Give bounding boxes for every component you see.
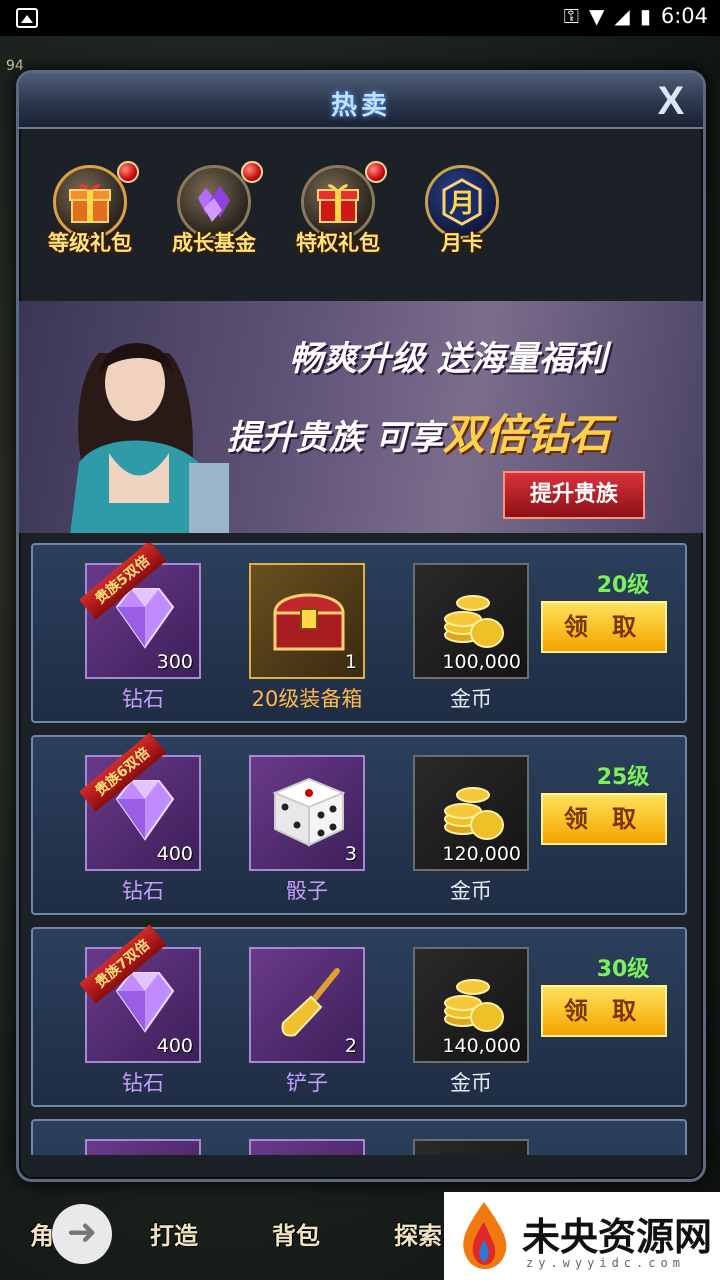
hot-sale-dialog: 热卖 X 等级礼包 成长基金 特权礼包 月 月卡 畅爽升级 送海量福利 提升贵族… — [16, 70, 706, 1182]
upgrade-nobility-button[interactable]: 提升贵族 — [503, 471, 645, 519]
flame-logo-icon — [463, 1202, 507, 1269]
key-icon: ⚿ — [563, 4, 580, 28]
item-name: 金币 — [450, 1071, 492, 1095]
item-name: 金币 — [450, 879, 492, 903]
battery-icon: ▮ — [639, 4, 651, 28]
notification-badge — [117, 161, 139, 183]
item-name: 20级装备箱 — [251, 687, 363, 711]
purple-gems-icon — [198, 186, 230, 222]
tab-label: 月卡 — [441, 231, 483, 255]
item-name: 钻石 — [122, 879, 164, 903]
reward-row: 贵族5双倍 300 钻石 1 20级装备箱 100,000 金币 20级 领 取 — [31, 543, 687, 723]
reward-row — [31, 1119, 687, 1155]
item-quantity: 100,000 — [442, 651, 521, 673]
item-quantity: 3 — [344, 843, 357, 865]
watermark-text: 未央资源网 — [522, 1214, 713, 1259]
gold-coins-icon — [444, 787, 504, 840]
notification-badge — [365, 161, 387, 183]
reward-row: 贵族7双倍 400 钻石 2 铲子 140,000 金币 30级 领 取 — [31, 924, 687, 1107]
item-quantity: 300 — [156, 651, 193, 673]
svg-text:月: 月 — [448, 189, 475, 219]
item-name: 钻石 — [122, 1071, 164, 1095]
menu-explore[interactable]: 探索 — [394, 1216, 442, 1251]
player-level: 94 — [6, 58, 24, 74]
required-level: 30级 — [596, 957, 650, 982]
reward-item-slot[interactable]: 120,000 — [413, 755, 529, 871]
dialog-title-bar: 热卖 X — [19, 73, 703, 129]
treasure-chest-icon — [273, 593, 345, 651]
reward-item-slot[interactable]: 1 — [249, 563, 365, 679]
menu-forge[interactable]: 打造 — [150, 1216, 198, 1251]
tab-label: 特权礼包 — [296, 231, 380, 255]
item-quantity: 2 — [344, 1035, 357, 1057]
gold-coins-icon — [444, 595, 504, 648]
banner-slogan-1: 畅爽升级 送海量福利 — [289, 339, 607, 379]
item-quantity: 400 — [156, 843, 193, 865]
reward-item-slot[interactable]: 100,000 — [413, 563, 529, 679]
red-gift-icon — [317, 184, 359, 223]
tab-privilege-gift[interactable]: 特权礼包 — [283, 161, 393, 275]
dialog-title: 热卖 — [330, 91, 391, 121]
item-quantity: 120,000 — [442, 843, 521, 865]
shovel-icon — [281, 968, 340, 1037]
image-notification-icon — [16, 8, 38, 28]
banner-slogan-2-highlight: 双倍钻石 — [442, 410, 611, 459]
tab-label: 成长基金 — [172, 231, 256, 255]
gold-coins-icon — [444, 979, 504, 1032]
item-quantity: 140,000 — [442, 1035, 521, 1057]
close-button[interactable]: X — [649, 79, 693, 123]
banner-slogan-2-prefix: 提升贵族 可享 — [227, 418, 443, 458]
character-portrait — [70, 343, 229, 533]
notification-badge — [241, 161, 263, 183]
claim-button[interactable]: 领 取 — [541, 985, 667, 1037]
item-name: 骰子 — [286, 879, 328, 903]
reward-item-slot[interactable] — [85, 1139, 201, 1155]
clock: 6:04 — [660, 4, 708, 28]
tab-growth-fund[interactable]: 成长基金 — [159, 161, 269, 275]
status-bar: ⚿ ▼ ◢ ▮ 6:04 — [0, 0, 720, 36]
watermark-subtext: zy.wyyidc.com — [526, 1256, 685, 1270]
item-quantity: 1 — [344, 651, 357, 673]
reward-item-slot[interactable] — [413, 1139, 529, 1155]
reward-list[interactable]: 贵族5双倍 300 钻石 1 20级装备箱 100,000 金币 20级 领 取… — [31, 543, 691, 1155]
banner-slogan-2: 提升贵族 可享双倍钻石 — [227, 401, 611, 462]
tab-level-gift[interactable]: 等级礼包 — [35, 161, 145, 275]
menu-bag[interactable]: 背包 — [272, 1216, 320, 1251]
dice-icon — [272, 777, 346, 847]
promo-banner: 畅爽升级 送海量福利 提升贵族 可享双倍钻石 提升贵族 — [19, 301, 703, 533]
item-name: 钻石 — [122, 687, 164, 711]
required-level: 25级 — [596, 765, 650, 790]
reward-item-slot[interactable]: 3 — [249, 755, 365, 871]
item-name: 金币 — [450, 687, 492, 711]
month-card-icon: 月 — [442, 178, 482, 226]
gift-box-icon — [69, 184, 111, 223]
reward-item-slot[interactable] — [249, 1139, 365, 1155]
tab-month-card[interactable]: 月 月卡 — [407, 165, 517, 275]
reward-item-slot[interactable]: 贵族5双倍 300 — [79, 543, 201, 679]
reward-row: 贵族6双倍 400 钻石 3 骰子 120,000 金币 25级 领 取 — [31, 732, 687, 915]
reward-item-slot[interactable]: 贵族7双倍 400 — [79, 924, 201, 1063]
signal-icon: ◢ — [614, 4, 630, 28]
claim-button[interactable]: 领 取 — [541, 793, 667, 845]
tab-label: 等级礼包 — [48, 231, 132, 255]
watermark: 未央资源网 zy.wyyidc.com — [444, 1192, 720, 1280]
item-quantity: 400 — [156, 1035, 193, 1057]
wifi-icon: ▼ — [589, 4, 605, 28]
reward-item-slot[interactable]: 140,000 — [413, 947, 529, 1063]
claim-button[interactable]: 领 取 — [541, 601, 667, 653]
reward-item-slot[interactable]: 贵族6双倍 400 — [79, 732, 201, 871]
required-level: 20级 — [596, 573, 650, 598]
item-name: 铲子 — [286, 1071, 328, 1095]
category-tabs: 等级礼包 成长基金 特权礼包 月 月卡 — [29, 161, 689, 275]
arrow-right-icon[interactable]: ➜ — [52, 1204, 112, 1264]
reward-item-slot[interactable]: 2 — [249, 947, 365, 1063]
